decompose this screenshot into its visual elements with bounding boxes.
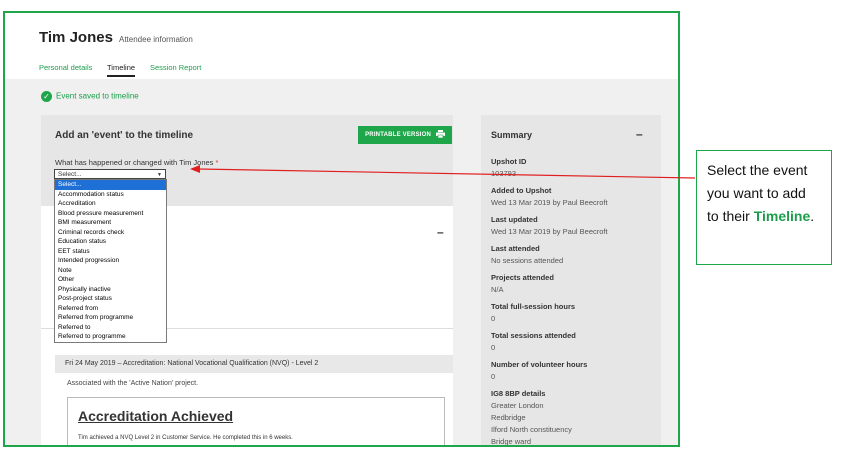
summary-label: Projects attended xyxy=(491,273,554,282)
summary-value: 0 xyxy=(491,314,496,323)
dropdown-option[interactable]: Referred to xyxy=(55,323,166,333)
printer-icon xyxy=(435,130,445,139)
printable-version-label: PRINTABLE VERSION xyxy=(365,132,432,138)
dropdown-option[interactable]: Intended progression xyxy=(55,256,166,266)
summary-title: Summary xyxy=(491,130,533,140)
tab-session-report[interactable]: Session Report xyxy=(150,63,201,72)
summary-value: Wed 13 Mar 2019 by Paul Beecroft xyxy=(491,227,608,236)
dropdown-option[interactable]: Post-project status xyxy=(55,294,166,304)
summary-value: Wed 13 Mar 2019 by Paul Beecroft xyxy=(491,198,608,207)
timeline-event-bar[interactable]: Fri 24 May 2019 – Accreditation: Nationa… xyxy=(55,355,453,373)
summary-value: 0 xyxy=(491,343,496,352)
success-message: ✓ Event saved to timeline xyxy=(41,91,139,102)
ig8-detail-line: Greater London xyxy=(491,401,544,410)
timeline-event-card: Accreditation Achieved Tim achieved a NV… xyxy=(67,397,445,445)
callout-highlight: Timeline xyxy=(753,208,811,224)
dropdown-option[interactable]: EET status xyxy=(55,247,166,257)
summary-label: Last attended xyxy=(491,244,540,253)
summary-label: Last updated xyxy=(491,215,538,224)
ig8-details-label: IG8 8BP details xyxy=(491,389,546,398)
callout-end: . xyxy=(810,208,815,224)
page-subtitle: Attendee information xyxy=(119,35,193,44)
event-type-dropdown-list[interactable]: Select... Accommodation status Accredita… xyxy=(54,179,167,343)
summary-label: Total full-session hours xyxy=(491,302,576,311)
card-text: Tim achieved a NVQ Level 2 in Customer S… xyxy=(78,435,293,441)
dropdown-option[interactable]: Select... xyxy=(55,180,166,190)
success-text: Event saved to timeline xyxy=(56,91,139,101)
summary-value: No sessions attended xyxy=(491,256,564,265)
printable-version-button[interactable]: PRINTABLE VERSION xyxy=(358,126,452,144)
attendee-name: Tim Jones xyxy=(39,29,113,46)
summary-value: N/A xyxy=(491,285,504,294)
event-type-select-value: Select... xyxy=(58,171,82,178)
dropdown-option[interactable]: Accommodation status xyxy=(55,190,166,200)
summary-label: Added to Upshot xyxy=(491,186,552,195)
collapse-section-icon[interactable]: – xyxy=(437,225,444,239)
card-title: Accreditation Achieved xyxy=(78,408,234,424)
summary-label: Number of volunteer hours xyxy=(491,360,588,369)
dropdown-option[interactable]: Referred from xyxy=(55,304,166,314)
project-association: Associated with the 'Active Nation' proj… xyxy=(67,380,199,387)
event-type-select[interactable]: Select... ▼ xyxy=(54,169,166,179)
tab-timeline[interactable]: Timeline xyxy=(107,63,136,77)
callout-arrow xyxy=(190,165,696,179)
tab-personal-details[interactable]: Personal details xyxy=(39,63,92,72)
summary-collapse-icon[interactable]: – xyxy=(636,127,643,141)
summary-label: Total sessions attended xyxy=(491,331,576,340)
app-window: Tim Jones Attendee information Personal … xyxy=(3,11,680,447)
dropdown-option[interactable]: Criminal records check xyxy=(55,228,166,238)
check-circle-icon: ✓ xyxy=(41,91,52,102)
ig8-detail-line: Redbridge xyxy=(491,413,526,422)
dropdown-option[interactable]: Physically inactive xyxy=(55,285,166,295)
dropdown-option[interactable]: Referred to programme xyxy=(55,332,166,342)
page-header: Tim Jones Attendee information Personal … xyxy=(5,13,678,79)
ig8-detail-line: Bridge ward xyxy=(491,437,532,446)
summary-value: 0 xyxy=(491,372,496,381)
ig8-detail-line: Ilford North constituency xyxy=(491,425,572,434)
instruction-callout: Select the event you want to add to thei… xyxy=(696,150,832,265)
dropdown-option[interactable]: Accreditation xyxy=(55,199,166,209)
dropdown-option[interactable]: Blood pressure measurement xyxy=(55,209,166,219)
dropdown-option[interactable]: Education status xyxy=(55,237,166,247)
dropdown-option[interactable]: BMI measurement xyxy=(55,218,166,228)
dropdown-option[interactable]: Referred from programme xyxy=(55,313,166,323)
dropdown-option[interactable]: Note xyxy=(55,266,166,276)
add-event-title: Add an 'event' to the timeline xyxy=(55,130,194,141)
dropdown-option[interactable]: Other xyxy=(55,275,166,285)
